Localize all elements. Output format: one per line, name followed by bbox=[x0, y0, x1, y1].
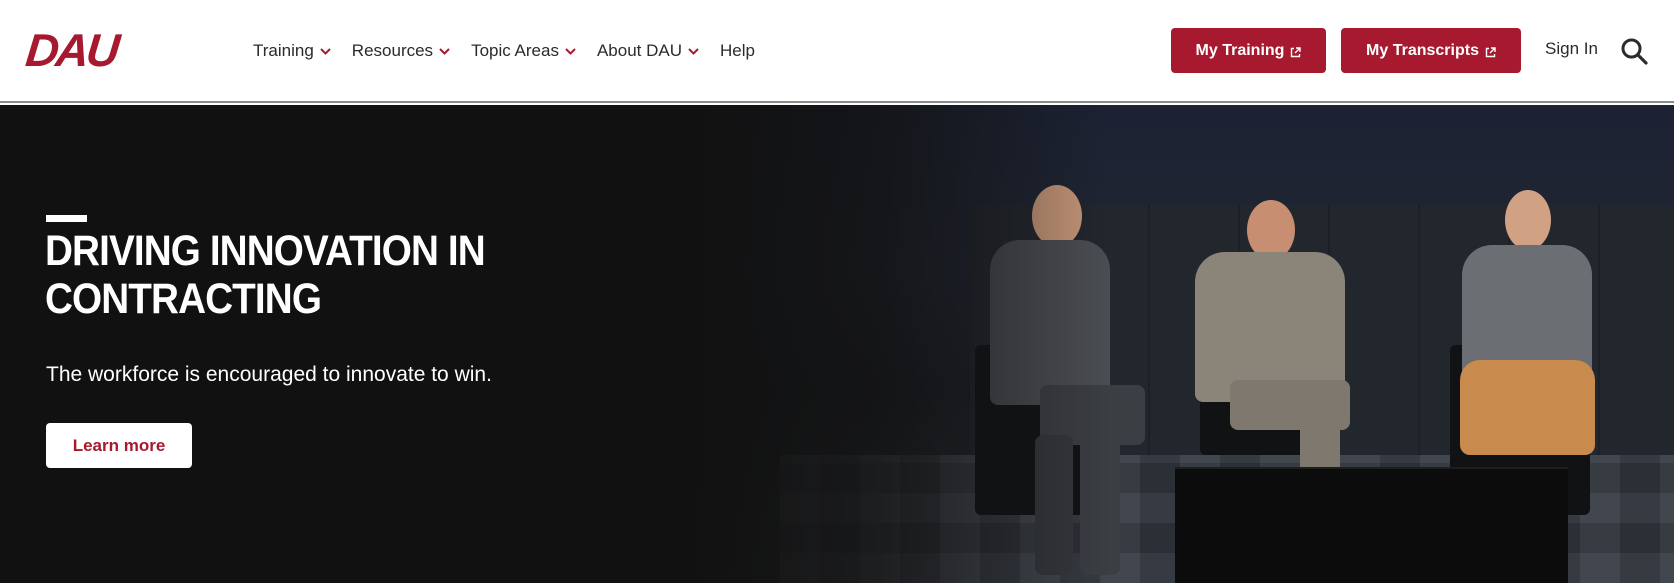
nav-item-about-dau[interactable]: About DAU bbox=[597, 38, 700, 64]
my-transcripts-label: My Transcripts bbox=[1366, 41, 1479, 59]
nav-item-training[interactable]: Training bbox=[253, 38, 332, 64]
external-link-icon bbox=[1485, 46, 1496, 58]
chevron-down-icon bbox=[319, 45, 332, 58]
dau-logo[interactable]: DAU bbox=[23, 24, 119, 76]
stage-speaker bbox=[1175, 467, 1568, 583]
my-training-label: My Training bbox=[1195, 41, 1285, 59]
chevron-down-icon bbox=[564, 45, 577, 58]
external-link-icon bbox=[1290, 46, 1302, 58]
chevron-down-icon bbox=[438, 45, 451, 58]
nav-item-help[interactable]: Help bbox=[720, 38, 755, 64]
hero-photo-fade bbox=[690, 105, 1110, 583]
sign-in-link[interactable]: Sign In bbox=[1545, 39, 1598, 59]
nav-item-label: About DAU bbox=[596, 41, 682, 60]
nav-item-label: Training bbox=[253, 41, 314, 60]
nav-item-label: Topic Areas bbox=[471, 41, 559, 60]
hero-title: DRIVING INNOVATION IN CONTRACTING bbox=[45, 227, 486, 323]
search-icon[interactable] bbox=[1620, 37, 1648, 65]
nav-item-resources[interactable]: Resources bbox=[352, 38, 451, 64]
my-training-button[interactable]: My Training bbox=[1171, 28, 1326, 73]
learn-more-button[interactable]: Learn more bbox=[46, 423, 192, 468]
hero-banner: DRIVING INNOVATION IN CONTRACTING The wo… bbox=[0, 105, 1674, 583]
nav-item-label: Help bbox=[720, 41, 755, 60]
site-header: DAU Training Resources Topic Areas About… bbox=[0, 0, 1674, 103]
my-transcripts-button[interactable]: My Transcripts bbox=[1341, 28, 1521, 73]
hero-accent-bar bbox=[46, 215, 87, 222]
main-nav: Training Resources Topic Areas About DAU… bbox=[253, 38, 775, 64]
nav-item-topic-areas[interactable]: Topic Areas bbox=[471, 38, 577, 64]
chevron-down-icon bbox=[687, 45, 700, 58]
nav-item-label: Resources bbox=[351, 41, 434, 60]
hero-subtitle: The workforce is encouraged to innovate … bbox=[46, 363, 492, 386]
